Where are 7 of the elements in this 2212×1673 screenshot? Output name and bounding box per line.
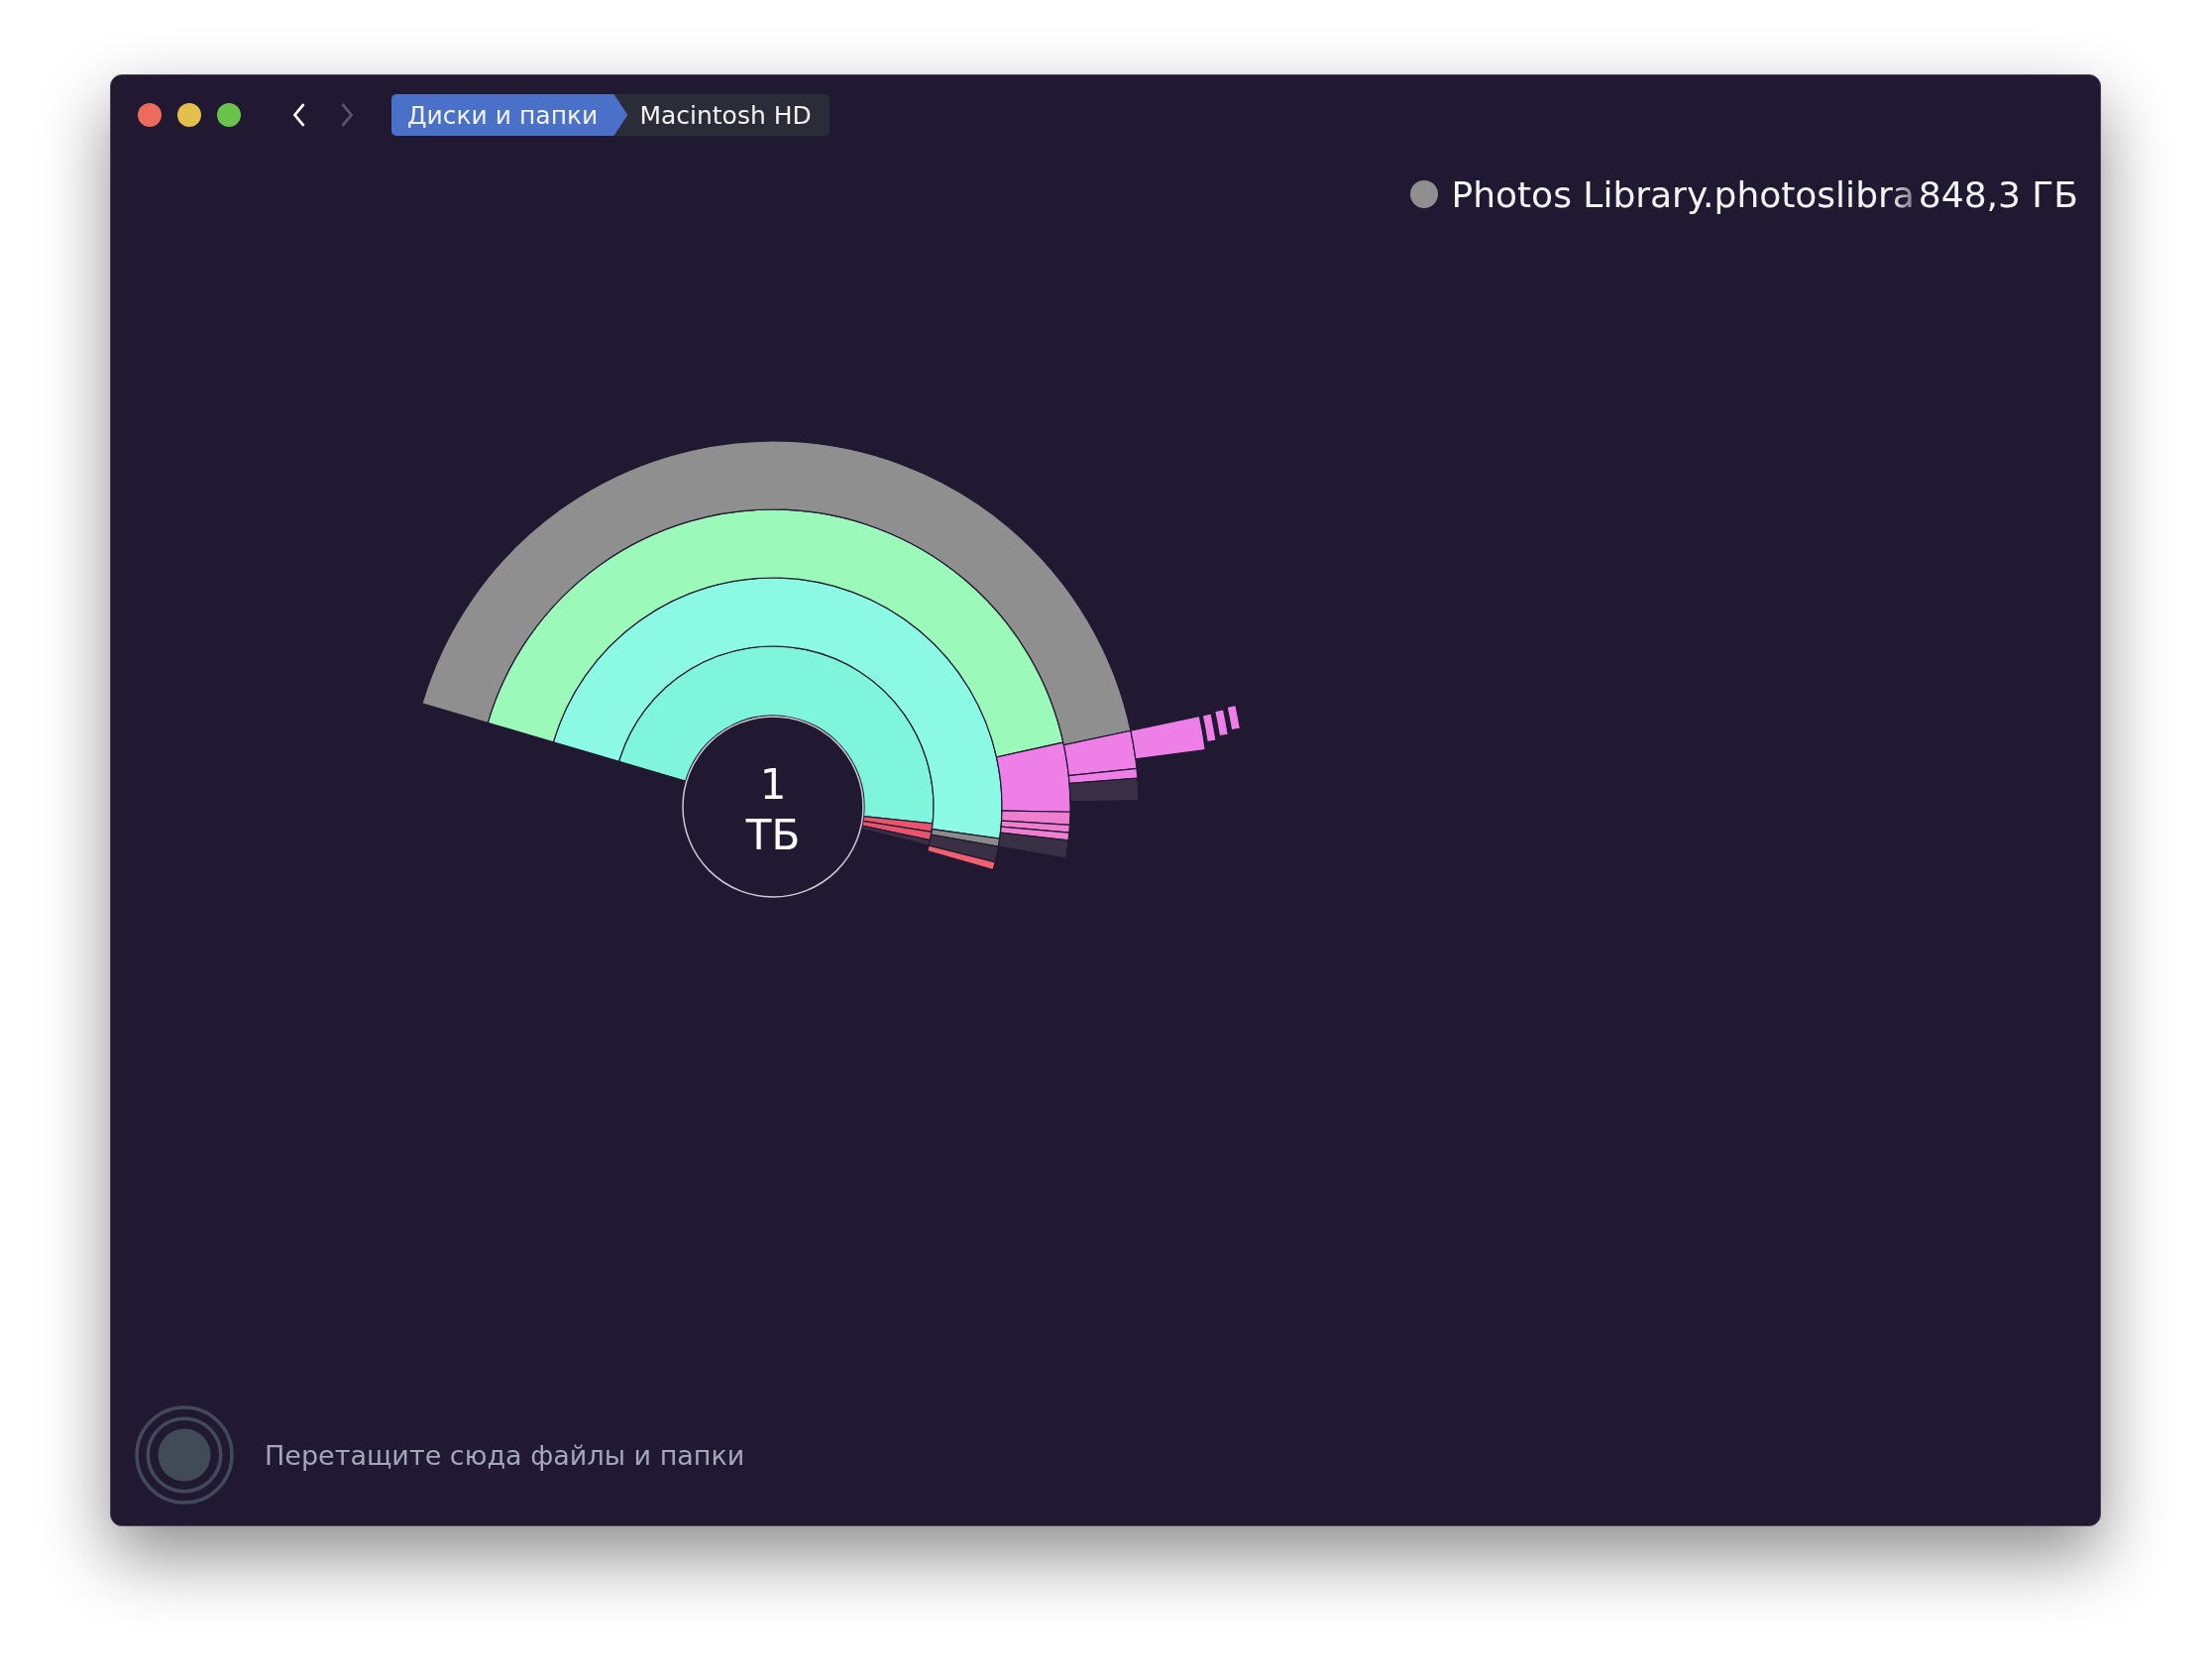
item-name: Photos Library.photoslibra	[1451, 173, 1915, 215]
breadcrumb[interactable]: Macintosh HD	[613, 94, 830, 136]
drop-hint: Перетащите сюда файлы и папки	[265, 1439, 745, 1471]
breadcrumb[interactable]: Диски и папки	[391, 94, 628, 136]
center-value: 1	[759, 760, 787, 809]
item-size: 848,3 ГБ	[1918, 173, 2078, 215]
center-unit: ТБ	[745, 811, 801, 859]
